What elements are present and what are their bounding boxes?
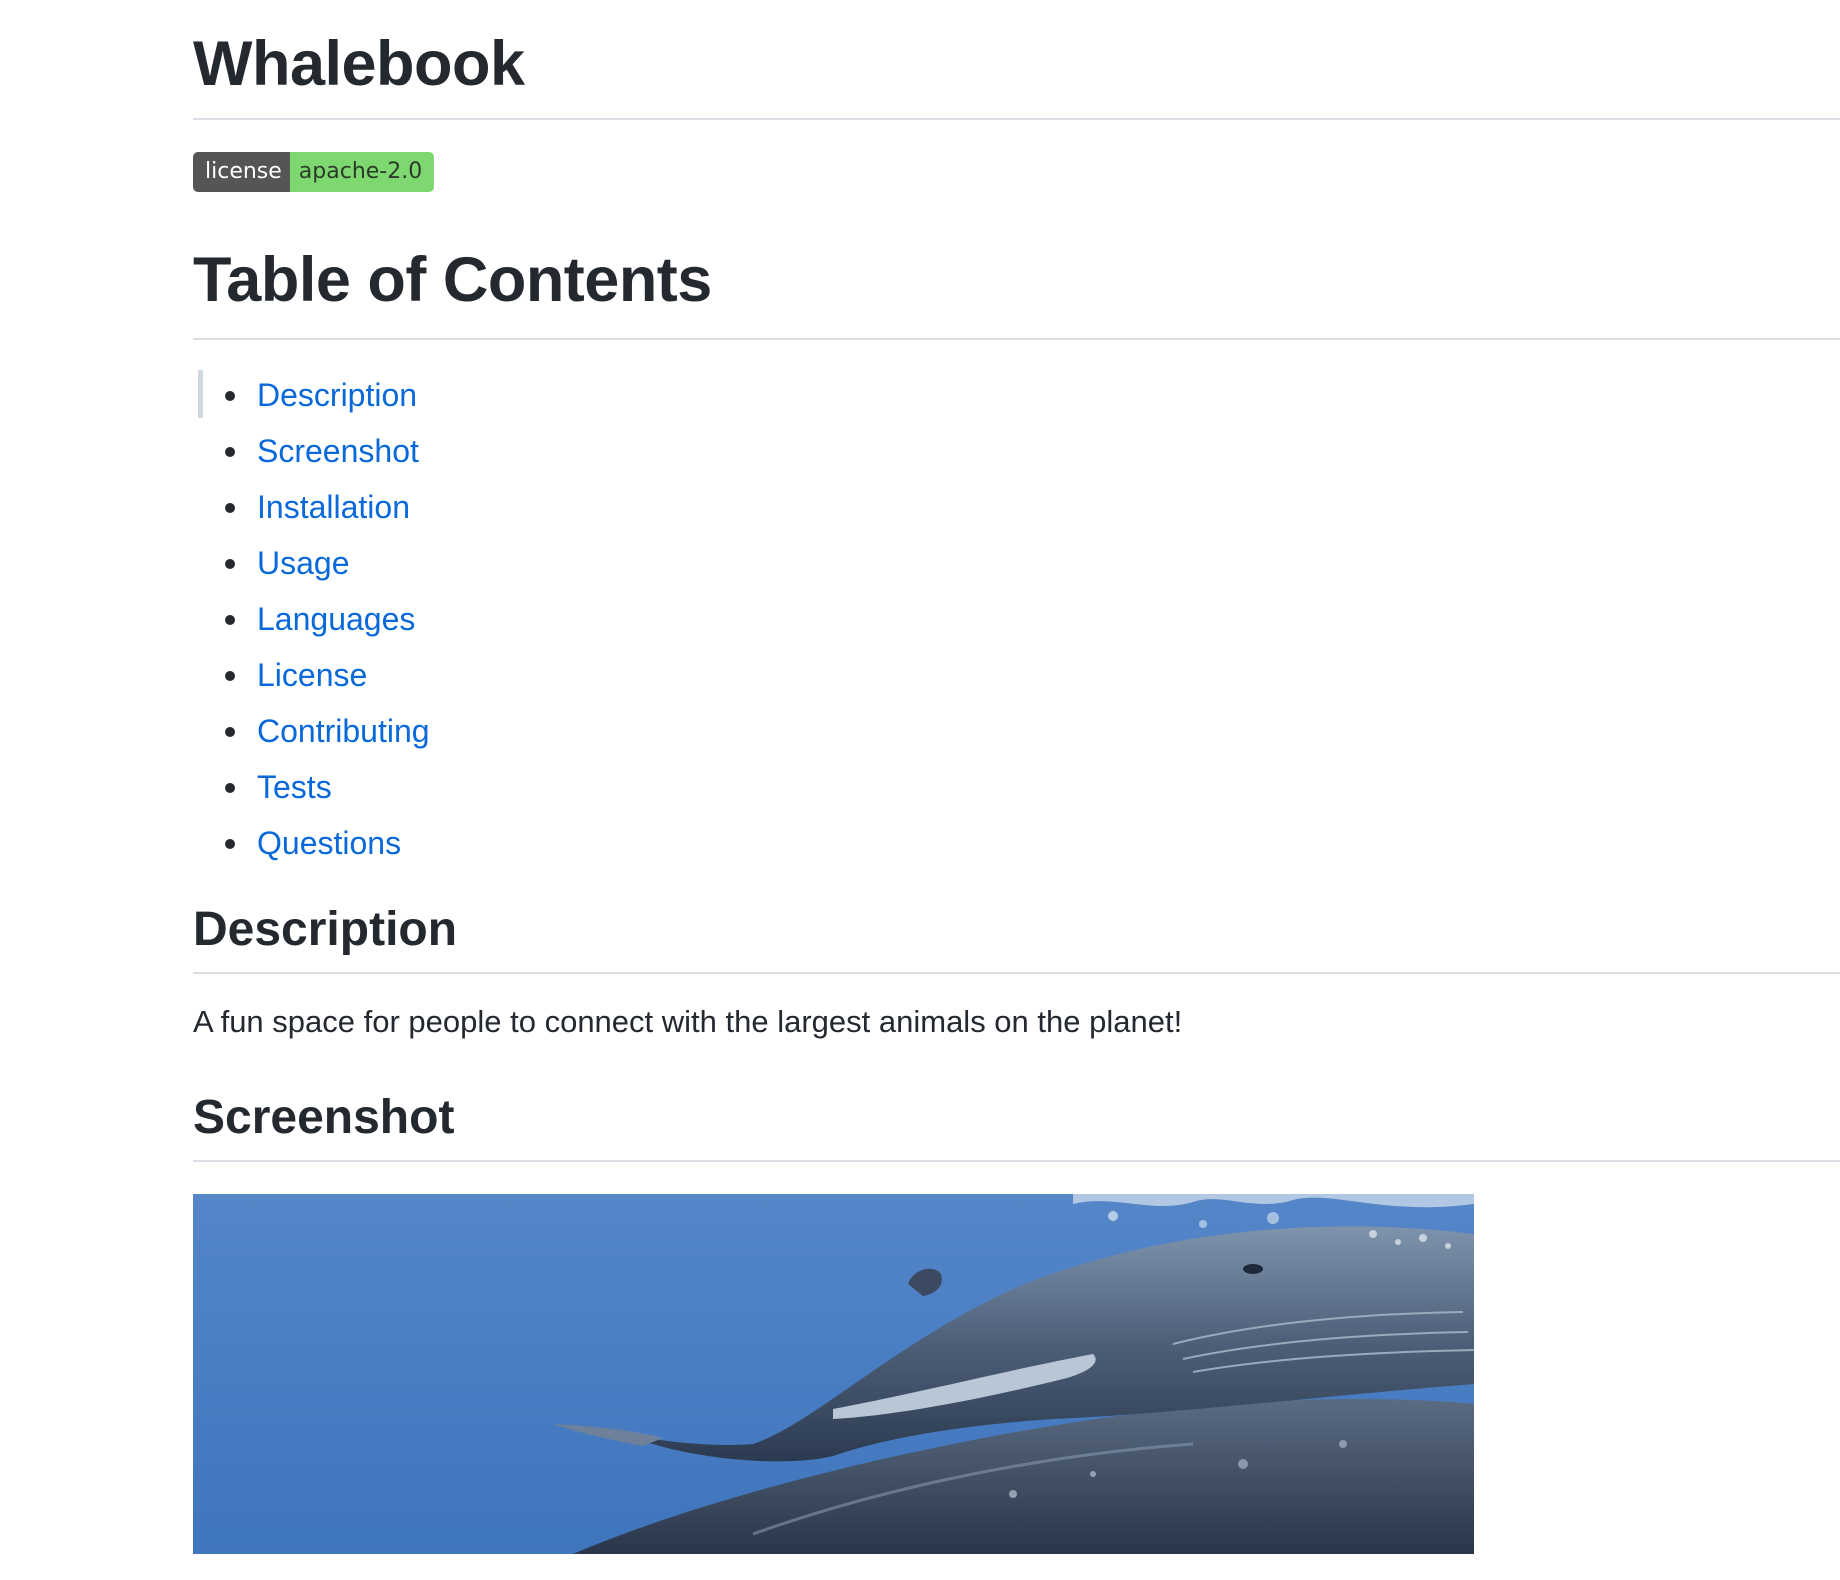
toc-item-languages: Languages bbox=[193, 594, 1840, 650]
page-title: Whalebook bbox=[193, 0, 1840, 120]
description-text: A fun space for people to connect with t… bbox=[193, 1004, 1183, 1039]
toc-link-contributing[interactable]: Contributing bbox=[257, 713, 430, 749]
bullet-icon bbox=[225, 447, 235, 457]
toc-link-questions[interactable]: Questions bbox=[257, 825, 401, 861]
bullet-icon bbox=[225, 559, 235, 569]
license-badge-value: apache-2.0 bbox=[289, 152, 435, 192]
bullet-icon bbox=[225, 839, 235, 849]
description-heading: Description bbox=[193, 900, 1840, 974]
license-badge[interactable]: license apache-2.0 bbox=[193, 152, 435, 192]
toc-link-screenshot[interactable]: Screenshot bbox=[257, 433, 419, 469]
toc-link-tests[interactable]: Tests bbox=[257, 769, 332, 805]
toc-item-contributing: Contributing bbox=[193, 706, 1840, 762]
toc-heading: Table of Contents bbox=[193, 244, 1840, 340]
toc-item-installation: Installation bbox=[193, 482, 1840, 538]
toc-list: Description Screenshot Installation Usag… bbox=[193, 370, 1840, 874]
toc-link-license[interactable]: License bbox=[257, 657, 367, 693]
toc-item-description: Description bbox=[193, 370, 1840, 426]
bullet-icon bbox=[225, 727, 235, 737]
toc-link-languages[interactable]: Languages bbox=[257, 601, 415, 637]
toc-item-tests: Tests bbox=[193, 762, 1840, 818]
toc-item-usage: Usage bbox=[193, 538, 1840, 594]
bullet-icon bbox=[225, 671, 235, 681]
readme-content: Whalebook license apache-2.0 Table of Co… bbox=[193, 0, 1840, 1554]
toc-item-license: License bbox=[193, 650, 1840, 706]
toc-link-description[interactable]: Description bbox=[257, 377, 417, 413]
bullet-icon bbox=[225, 783, 235, 793]
bullet-icon bbox=[225, 503, 235, 513]
toc-link-usage[interactable]: Usage bbox=[257, 545, 350, 581]
toc-item-screenshot: Screenshot bbox=[193, 426, 1840, 482]
toc-link-installation[interactable]: Installation bbox=[257, 489, 410, 525]
whale-photo-icon bbox=[193, 1194, 1474, 1554]
bullet-icon bbox=[225, 615, 235, 625]
bullet-icon bbox=[225, 391, 235, 401]
toc-item-questions: Questions bbox=[193, 818, 1840, 874]
screenshot-heading: Screenshot bbox=[193, 1088, 1840, 1162]
license-badge-label: license bbox=[193, 152, 290, 192]
